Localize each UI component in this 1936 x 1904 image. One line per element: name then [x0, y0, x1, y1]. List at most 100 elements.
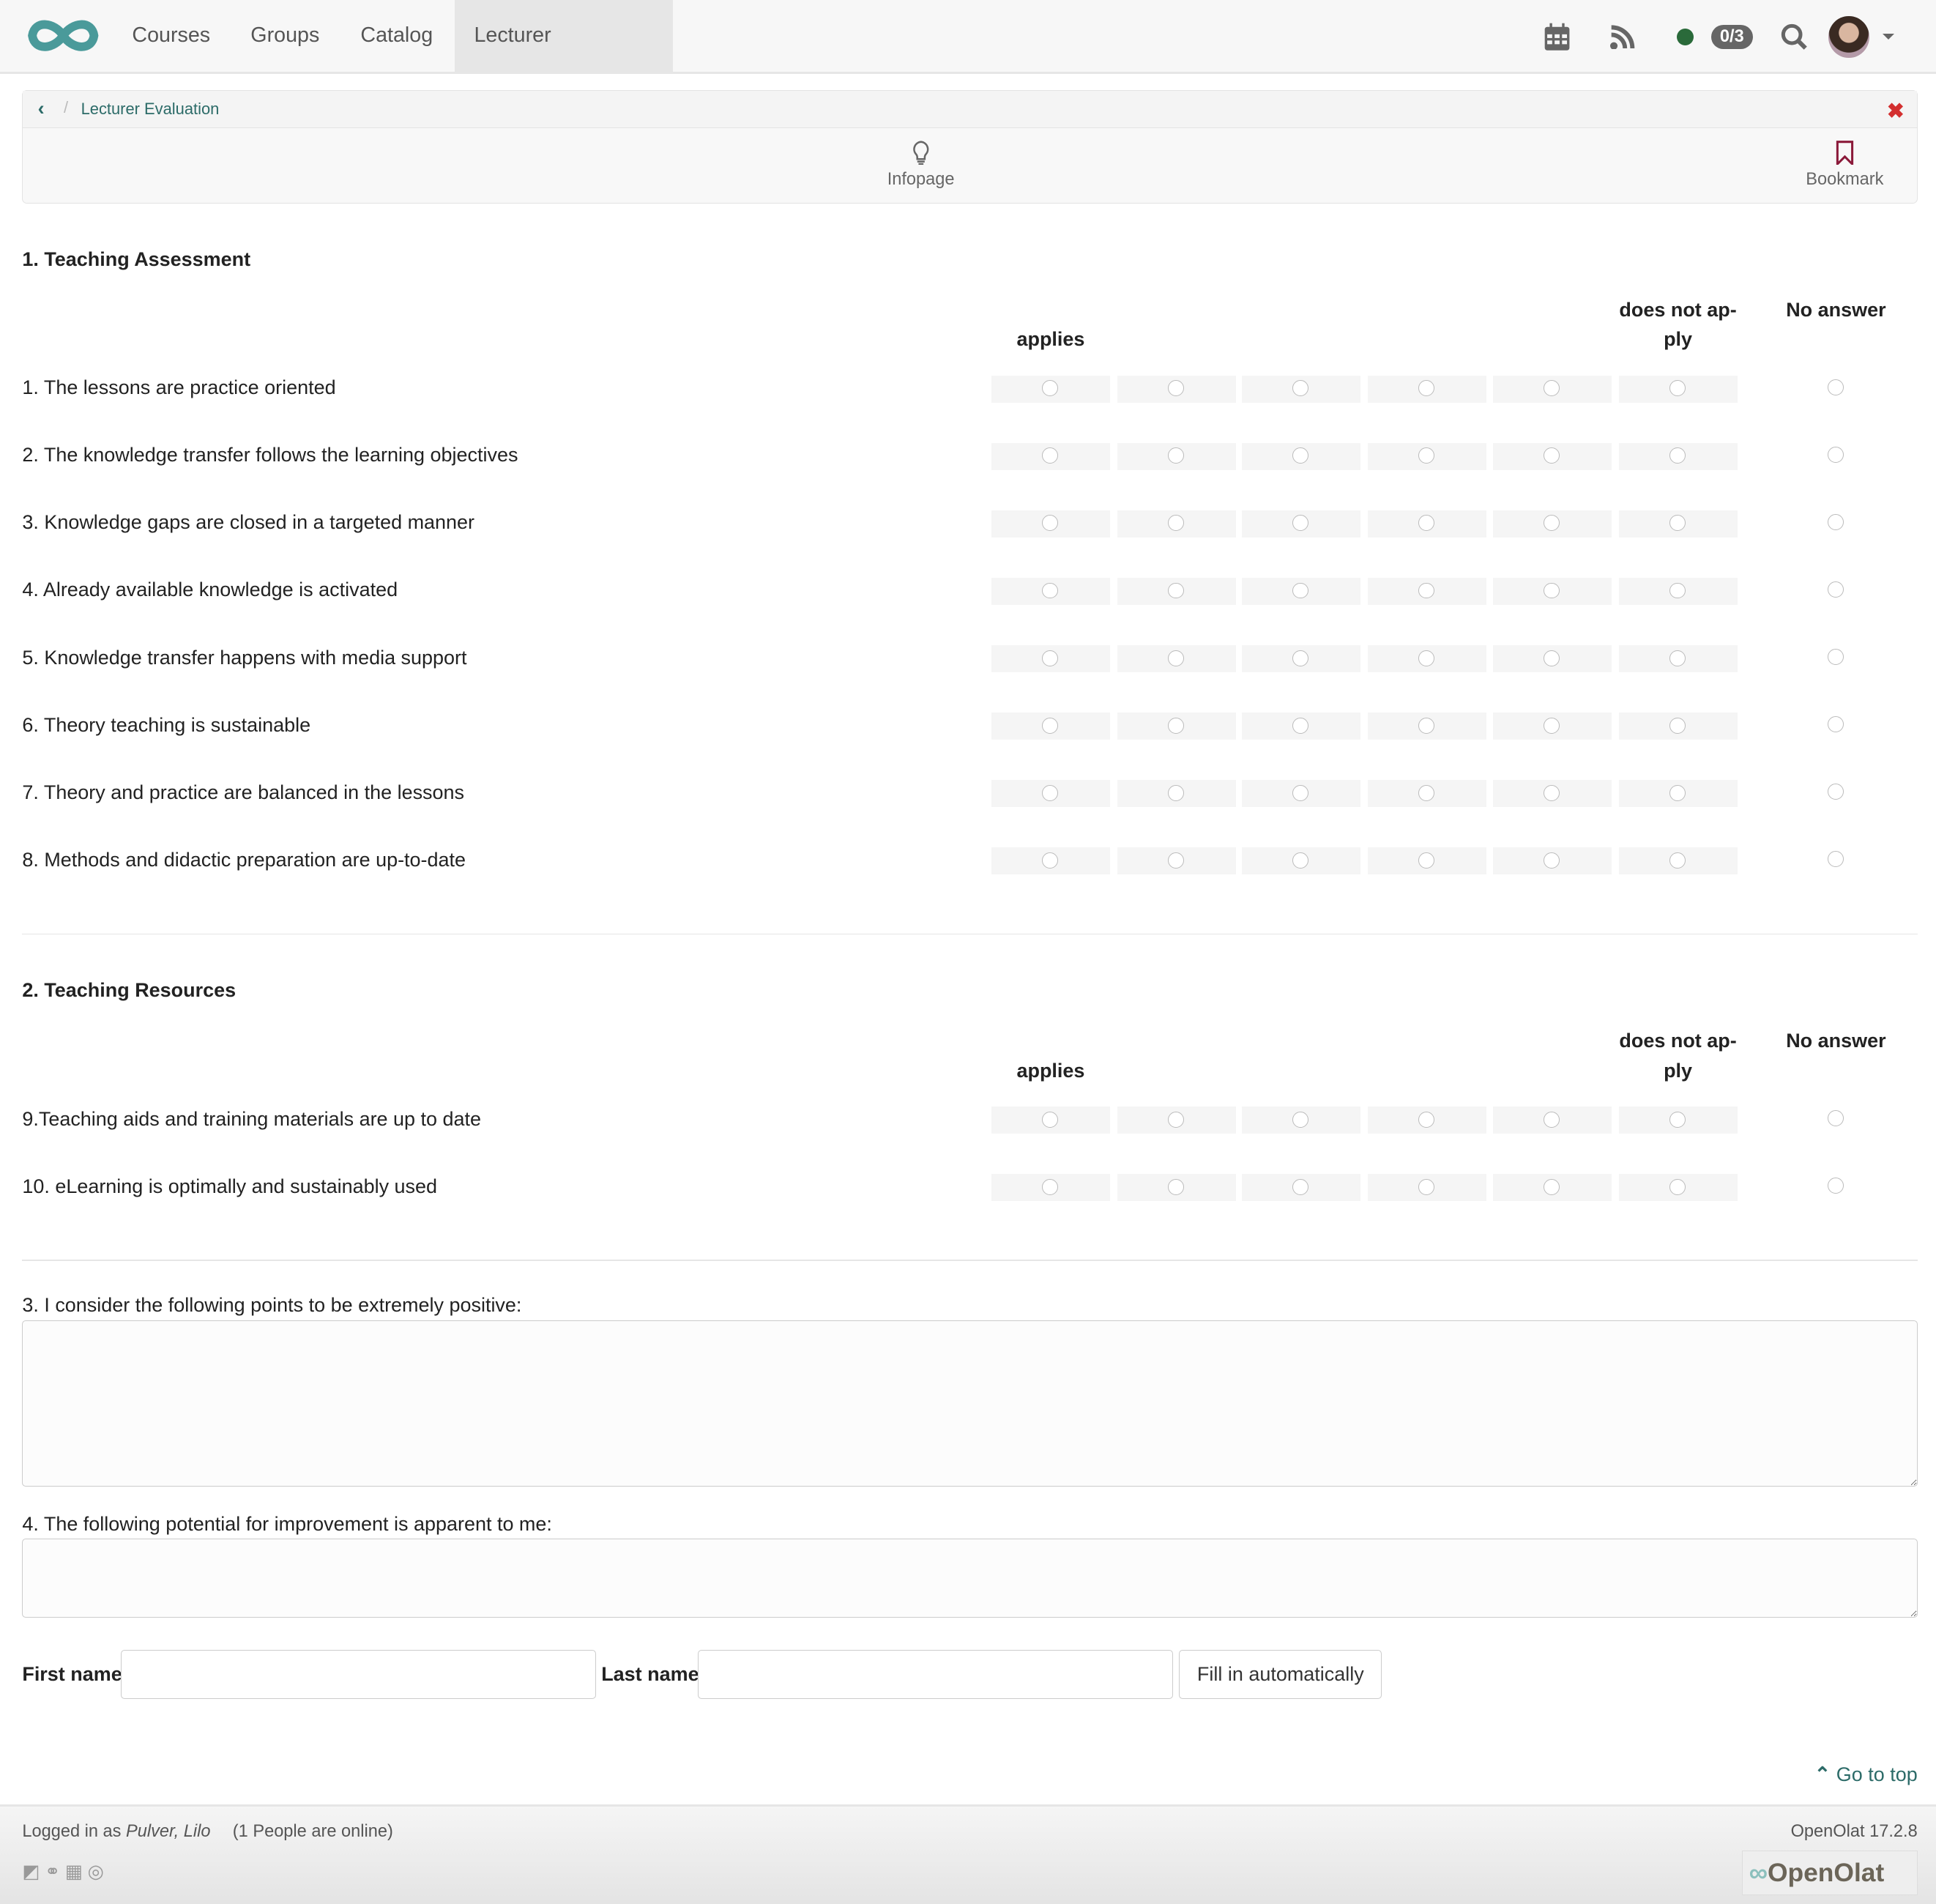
column-header-does-not-apply: does not ap-ply	[1619, 299, 1737, 351]
no-answer-radio[interactable]	[1827, 513, 1844, 530]
nav-tab-lecturer-evaluation[interactable]: Lecturer Evalua...✖	[454, 0, 673, 119]
calendar-icon[interactable]	[1544, 22, 1571, 51]
rating-radio-6[interactable]	[1669, 852, 1686, 869]
rating-radio-2[interactable]	[1168, 1111, 1185, 1128]
rating-radio-2[interactable]	[1168, 650, 1185, 666]
positive-points-textarea[interactable]	[22, 1320, 1918, 1487]
rating-radio-3[interactable]	[1292, 784, 1309, 801]
rating-radio-6[interactable]	[1669, 1111, 1686, 1128]
online-count[interactable]: (1 People are online)	[233, 1822, 393, 1841]
rating-radio-6[interactable]	[1669, 582, 1686, 599]
column-header-no-answer: No answer	[1786, 1030, 1886, 1052]
rating-radio-5[interactable]	[1543, 582, 1560, 599]
rating-radio-5[interactable]	[1543, 650, 1560, 666]
close-icon[interactable]: ✖	[1887, 98, 1905, 124]
chevron-down-icon[interactable]	[1883, 33, 1895, 45]
rating-radio-6[interactable]	[1669, 447, 1686, 464]
fill-automatically-button[interactable]: Fill in automatically	[1179, 1649, 1382, 1700]
rating-radio-5[interactable]	[1543, 515, 1560, 532]
footer-icons: ◩⚭▦◎	[22, 1861, 108, 1883]
rating-radio-6[interactable]	[1669, 650, 1686, 666]
improvement-textarea[interactable]	[22, 1539, 1918, 1618]
footer: Logged in as Pulver, Lilo (1 People are o…	[0, 1804, 1936, 1904]
question-label: 5. Knowledge transfer happens with media…	[22, 646, 467, 669]
rating-radio-2[interactable]	[1168, 852, 1185, 869]
no-answer-radio[interactable]	[1827, 446, 1844, 463]
rating-radio-3[interactable]	[1292, 650, 1309, 666]
rating-radio-5[interactable]	[1543, 784, 1560, 801]
link-icon[interactable]: ⚭	[45, 1862, 65, 1882]
rating-radio-6[interactable]	[1669, 380, 1686, 397]
no-answer-radio[interactable]	[1827, 379, 1844, 395]
rating-radio-1[interactable]	[1042, 1178, 1059, 1195]
rating-radio-6[interactable]	[1669, 1178, 1686, 1195]
rss-icon[interactable]	[1609, 25, 1635, 50]
column-header-applies: applies	[1016, 328, 1085, 351]
search-icon[interactable]	[1781, 23, 1808, 51]
nav-groups[interactable]: Groups	[250, 0, 319, 72]
rating-radio-1[interactable]	[1042, 852, 1059, 869]
notification-badge[interactable]: 0/3	[1711, 24, 1753, 50]
rating-radio-5[interactable]	[1543, 717, 1560, 734]
rating-radio-3[interactable]	[1292, 852, 1309, 869]
last-name-input[interactable]	[697, 1649, 1173, 1700]
rating-radio-3[interactable]	[1292, 717, 1309, 734]
rating-radio-4[interactable]	[1418, 1111, 1435, 1128]
first-name-input[interactable]	[121, 1649, 597, 1700]
rating-radio-1[interactable]	[1042, 717, 1059, 734]
target-icon[interactable]: ◎	[88, 1862, 109, 1882]
no-answer-radio[interactable]	[1827, 851, 1844, 868]
no-answer-radio[interactable]	[1827, 784, 1844, 800]
rating-radio-4[interactable]	[1418, 1178, 1435, 1195]
rating-radio-4[interactable]	[1418, 717, 1435, 734]
infopage-label: Infopage	[887, 170, 955, 190]
rating-radio-2[interactable]	[1168, 717, 1185, 734]
rating-radio-5[interactable]	[1543, 380, 1560, 397]
question-label: 6. Theory teaching is sustainable	[22, 713, 311, 736]
rating-radio-2[interactable]	[1168, 1178, 1185, 1195]
rating-radio-4[interactable]	[1418, 650, 1435, 666]
last-name-label: Last name	[601, 1663, 699, 1686]
go-to-top-link[interactable]: ⌃ Go to top	[1814, 1763, 1918, 1786]
rating-radio-3[interactable]	[1292, 1178, 1309, 1195]
column-header-applies: applies	[1016, 1059, 1085, 1082]
logged-in-prefix: Logged in as	[22, 1822, 127, 1842]
rating-radio-5[interactable]	[1543, 1178, 1560, 1195]
openolat-brand-logo[interactable]: ∞OpenOlat	[1742, 1851, 1918, 1895]
no-answer-radio[interactable]	[1827, 1109, 1844, 1126]
infopage-button[interactable]: Infopage	[887, 140, 955, 190]
back-icon[interactable]: ‹	[38, 97, 45, 120]
online-status-icon[interactable]	[1676, 28, 1694, 46]
share-icon[interactable]: ◩	[22, 1862, 45, 1882]
rating-radio-4[interactable]	[1418, 784, 1435, 801]
no-answer-radio[interactable]	[1827, 716, 1844, 732]
breadcrumb: ‹ / Lecturer Evaluation ✖	[23, 91, 1917, 128]
rating-radio-5[interactable]	[1543, 1111, 1560, 1128]
column-header-does-not-apply: does not ap-ply	[1619, 1030, 1737, 1082]
rating-radio-2[interactable]	[1168, 784, 1185, 801]
qr-code-icon[interactable]: ▦	[65, 1862, 88, 1882]
rating-radio-1[interactable]	[1042, 1111, 1059, 1128]
breadcrumb-current[interactable]: Lecturer Evaluation	[81, 100, 220, 119]
rating-radio-5[interactable]	[1543, 852, 1560, 869]
rating-radio-1[interactable]	[1042, 650, 1059, 666]
no-answer-radio[interactable]	[1827, 1177, 1844, 1194]
rating-radio-4[interactable]	[1418, 852, 1435, 869]
no-answer-radio[interactable]	[1827, 581, 1844, 598]
rating-radio-3[interactable]	[1292, 1111, 1309, 1128]
user-name[interactable]: Pulver, Lilo	[126, 1822, 210, 1841]
bookmark-button[interactable]: Bookmark	[1806, 140, 1883, 190]
rating-radio-6[interactable]	[1669, 784, 1686, 801]
no-answer-radio[interactable]	[1827, 648, 1844, 665]
nav-courses[interactable]: Courses	[132, 0, 210, 72]
openolat-logo-icon[interactable]	[25, 15, 102, 56]
rating-radio-5[interactable]	[1543, 447, 1560, 464]
nav-catalog[interactable]: Catalog	[360, 0, 433, 72]
infinity-icon: ∞	[1749, 1857, 1768, 1887]
section-title: 1. Teaching Assessment	[22, 248, 251, 270]
rating-radio-6[interactable]	[1669, 717, 1686, 734]
user-avatar[interactable]	[1828, 15, 1869, 59]
rating-radio-6[interactable]	[1669, 515, 1686, 532]
version: OpenOlat 17.2.8	[1790, 1822, 1918, 1842]
rating-radio-1[interactable]	[1042, 784, 1059, 801]
